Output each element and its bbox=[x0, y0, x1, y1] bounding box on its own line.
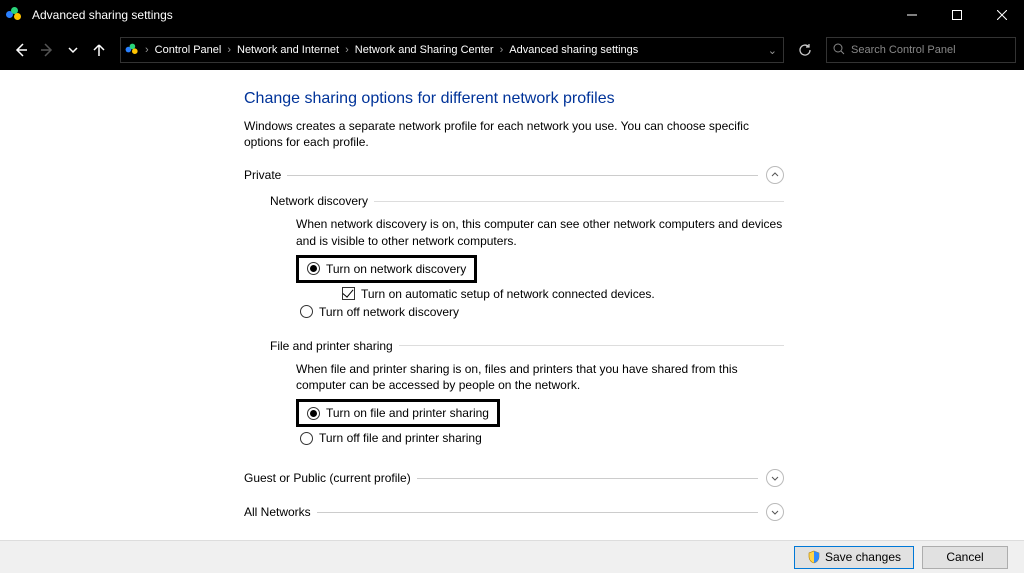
search-input[interactable]: Search Control Panel bbox=[826, 37, 1016, 63]
section-private[interactable]: Private bbox=[244, 166, 784, 184]
breadcrumb-item[interactable]: Advanced sharing settings bbox=[505, 44, 642, 56]
button-label: Save changes bbox=[825, 550, 901, 564]
network-discovery-description: When network discovery is on, this compu… bbox=[296, 216, 784, 248]
maximize-button[interactable] bbox=[934, 0, 979, 30]
radio-network-discovery-off[interactable]: Turn off network discovery bbox=[296, 303, 784, 321]
subsection-label: Network discovery bbox=[270, 194, 368, 208]
section-guest-public[interactable]: Guest or Public (current profile) bbox=[244, 469, 784, 487]
chevron-right-icon: › bbox=[143, 44, 151, 56]
shield-icon bbox=[807, 550, 821, 564]
window-title: Advanced sharing settings bbox=[32, 8, 173, 22]
up-button[interactable] bbox=[86, 37, 112, 63]
radio-icon bbox=[307, 262, 320, 275]
refresh-button[interactable] bbox=[792, 37, 818, 63]
forward-button[interactable] bbox=[34, 37, 60, 63]
app-icon bbox=[6, 5, 26, 25]
option-label: Turn off file and printer sharing bbox=[319, 431, 482, 445]
button-label: Cancel bbox=[946, 550, 983, 564]
close-button[interactable] bbox=[979, 0, 1024, 30]
search-placeholder: Search Control Panel bbox=[851, 44, 956, 56]
breadcrumb-dropdown-icon[interactable]: ⌄ bbox=[762, 44, 783, 57]
breadcrumb[interactable]: › Control Panel › Network and Internet ›… bbox=[120, 37, 784, 63]
content-area: Change sharing options for different net… bbox=[4, 70, 1020, 540]
section-label: All Networks bbox=[244, 505, 317, 519]
chevron-up-icon[interactable] bbox=[766, 166, 784, 184]
nav-bar: › Control Panel › Network and Internet ›… bbox=[0, 30, 1024, 70]
option-label: Turn on network discovery bbox=[326, 262, 466, 276]
section-label: Private bbox=[244, 168, 287, 182]
chevron-down-icon[interactable] bbox=[766, 469, 784, 487]
section-label: Guest or Public (current profile) bbox=[244, 471, 417, 485]
callout-box: Turn on network discovery bbox=[296, 255, 477, 283]
checkbox-auto-setup[interactable]: Turn on automatic setup of network conne… bbox=[338, 285, 784, 303]
history-dropdown[interactable] bbox=[60, 37, 86, 63]
callout-box: Turn on file and printer sharing bbox=[296, 399, 500, 427]
radio-icon bbox=[300, 305, 313, 318]
page-title: Change sharing options for different net… bbox=[244, 90, 784, 108]
search-icon bbox=[833, 43, 845, 58]
breadcrumb-icon bbox=[121, 42, 143, 58]
breadcrumb-item[interactable]: Network and Internet bbox=[233, 44, 343, 56]
subsection-label: File and printer sharing bbox=[270, 339, 393, 353]
file-printer-description: When file and printer sharing is on, fil… bbox=[296, 361, 784, 393]
option-label: Turn on file and printer sharing bbox=[326, 406, 489, 420]
option-label: Turn off network discovery bbox=[319, 305, 459, 319]
chevron-down-icon[interactable] bbox=[766, 503, 784, 521]
radio-icon bbox=[300, 432, 313, 445]
radio-network-discovery-on[interactable]: Turn on network discovery bbox=[303, 260, 470, 278]
radio-file-printer-on[interactable]: Turn on file and printer sharing bbox=[303, 404, 493, 422]
command-bar: Save changes Cancel bbox=[0, 540, 1024, 573]
title-bar: Advanced sharing settings bbox=[0, 0, 1024, 30]
subsection-file-printer-sharing: File and printer sharing bbox=[270, 339, 784, 353]
chevron-right-icon: › bbox=[225, 44, 233, 56]
minimize-button[interactable] bbox=[889, 0, 934, 30]
section-all-networks[interactable]: All Networks bbox=[244, 503, 784, 521]
page-description: Windows creates a separate network profi… bbox=[244, 118, 784, 150]
radio-icon bbox=[307, 407, 320, 420]
checkbox-icon bbox=[342, 287, 355, 300]
option-label: Turn on automatic setup of network conne… bbox=[361, 287, 655, 301]
chevron-right-icon: › bbox=[498, 44, 506, 56]
radio-file-printer-off[interactable]: Turn off file and printer sharing bbox=[296, 429, 784, 447]
chevron-right-icon: › bbox=[343, 44, 351, 56]
breadcrumb-item[interactable]: Network and Sharing Center bbox=[351, 44, 498, 56]
cancel-button[interactable]: Cancel bbox=[922, 546, 1008, 569]
back-button[interactable] bbox=[8, 37, 34, 63]
subsection-network-discovery: Network discovery bbox=[270, 194, 784, 208]
save-changes-button[interactable]: Save changes bbox=[794, 546, 914, 569]
breadcrumb-item[interactable]: Control Panel bbox=[151, 44, 226, 56]
